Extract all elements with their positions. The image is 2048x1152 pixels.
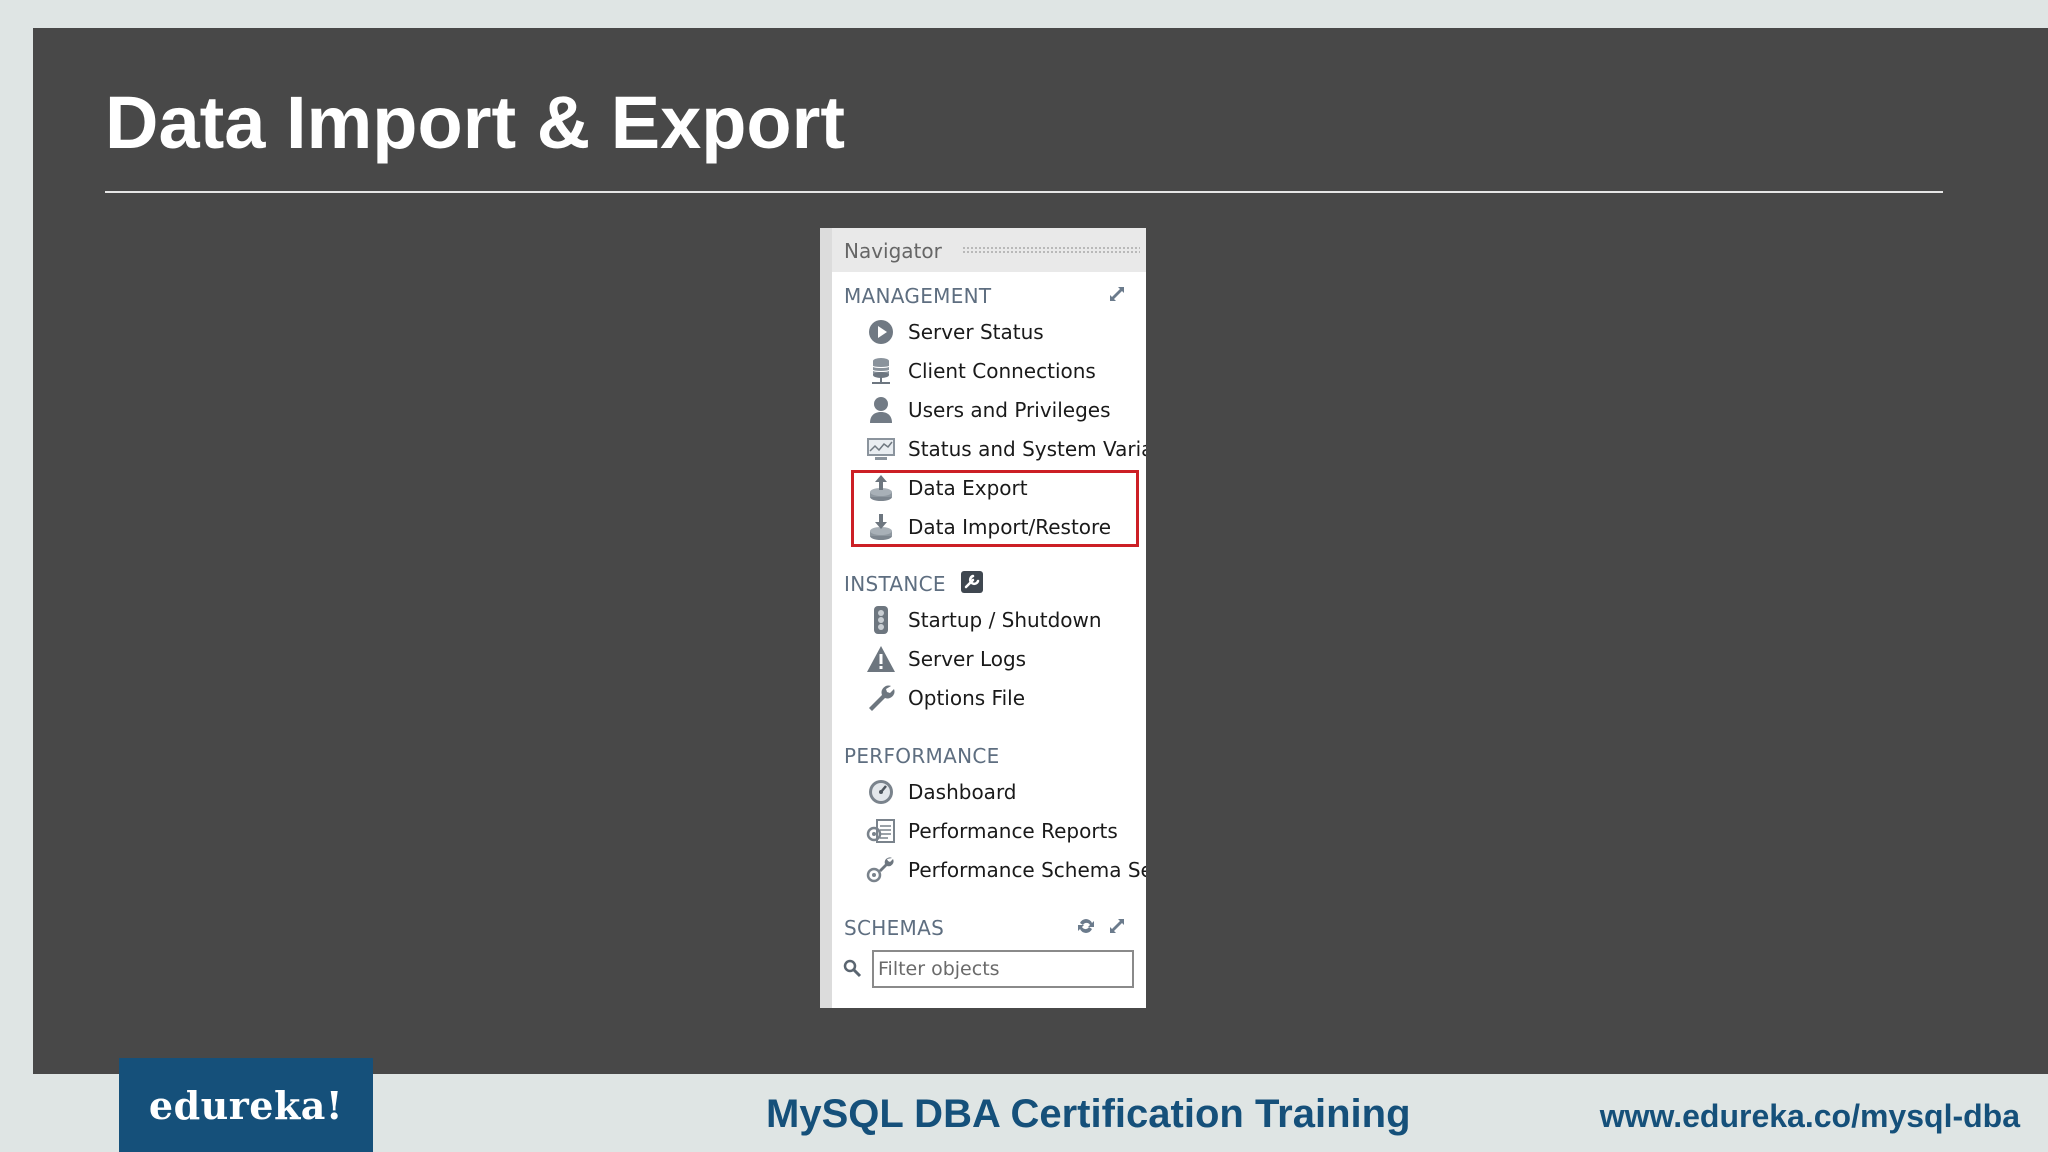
warning-icon	[866, 644, 896, 674]
schemas-filter-row	[832, 948, 1146, 990]
traffic-light-icon	[866, 605, 896, 635]
nav-item-label: Server Logs	[908, 647, 1027, 671]
footer-course-title: MySQL DBA Certification Training	[766, 1092, 1411, 1136]
section-instance-label: INSTANCE	[844, 572, 946, 596]
play-circle-icon	[866, 317, 896, 347]
footer-url: www.edureka.co/mysql-dba	[1599, 1098, 2020, 1134]
nav-item-status-system-variables[interactable]: Status and System Varia	[866, 432, 1146, 466]
section-schemas-label: SCHEMAS	[844, 916, 945, 940]
monitor-chart-icon	[866, 434, 896, 464]
logo-text: edureka!	[148, 1082, 344, 1128]
database-connections-icon	[866, 356, 896, 386]
highlight-box	[851, 470, 1139, 547]
expand-icon[interactable]	[1107, 916, 1127, 936]
nav-item-users-privileges[interactable]: Users and Privileges	[866, 393, 1111, 427]
nav-item-label: Client Connections	[908, 359, 1096, 383]
nav-item-server-logs[interactable]: Server Logs	[866, 642, 1026, 676]
nav-item-server-status[interactable]: Server Status	[866, 315, 1044, 349]
nav-item-label: Dashboard	[908, 780, 1017, 804]
gauge-icon	[866, 777, 896, 807]
nav-item-label: Users and Privileges	[908, 398, 1111, 422]
schema-setup-icon	[866, 855, 896, 885]
nav-item-performance-schema-setup[interactable]: Performance Schema Se	[866, 853, 1146, 887]
drag-grip[interactable]	[962, 246, 1140, 254]
navigator-header-label: Navigator	[844, 239, 942, 263]
section-performance-label: PERFORMANCE	[844, 744, 1000, 768]
nav-item-options-file[interactable]: Options File	[866, 681, 1025, 715]
refresh-icon[interactable]	[1076, 916, 1096, 936]
expand-icon[interactable]	[1107, 284, 1127, 304]
nav-item-performance-reports[interactable]: Performance Reports	[866, 814, 1118, 848]
nav-item-label: Performance Reports	[908, 819, 1118, 843]
user-icon	[866, 395, 896, 425]
slide-title: Data Import & Export	[105, 81, 846, 164]
nav-item-label: Server Status	[908, 320, 1044, 344]
instance-settings-icon[interactable]	[960, 570, 984, 594]
nav-item-label: Performance Schema Se	[908, 858, 1146, 882]
title-divider	[105, 191, 1943, 193]
section-management-label: MANAGEMENT	[844, 284, 992, 308]
edureka-logo: edureka!	[119, 1058, 373, 1152]
navigator-header[interactable]: Navigator	[832, 228, 1146, 272]
nav-item-dashboard[interactable]: Dashboard	[866, 775, 1017, 809]
nav-item-label: Status and System Varia	[908, 437, 1146, 461]
filter-objects-input[interactable]	[872, 950, 1134, 988]
navigator-panel: Navigator MANAGEMENT Server Status Clien…	[820, 228, 1146, 1008]
reports-icon	[866, 816, 896, 846]
nav-item-label: Startup / Shutdown	[908, 608, 1102, 632]
slide: Data Import & Export Navigator MANAGEMEN…	[33, 28, 2048, 1074]
wrench-icon	[866, 683, 896, 713]
nav-item-client-connections[interactable]: Client Connections	[866, 354, 1096, 388]
search-icon	[843, 959, 862, 978]
nav-item-startup-shutdown[interactable]: Startup / Shutdown	[866, 603, 1102, 637]
nav-item-label: Options File	[908, 686, 1025, 710]
